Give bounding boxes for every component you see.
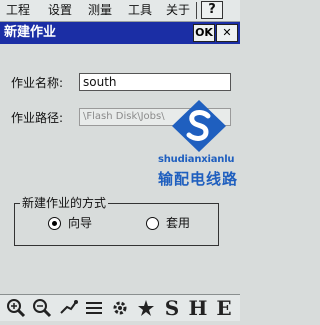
menu-item-project[interactable]: 工程 [6, 3, 30, 18]
job-name-input[interactable]: south [79, 73, 231, 91]
ok-button[interactable]: OK [193, 24, 215, 42]
s-icon[interactable]: S [160, 297, 184, 319]
close-button[interactable]: ✕ [216, 24, 238, 42]
watermark-text-chinese: 输配电线路 [158, 170, 239, 188]
job-path-label: 作业路径: [11, 111, 64, 125]
zoom-out-icon[interactable] [30, 297, 54, 319]
menu-separator [196, 2, 197, 19]
e-icon[interactable]: E [212, 297, 236, 319]
menu-item-settings[interactable]: 设置 [48, 3, 72, 18]
job-name-label: 作业名称: [11, 76, 64, 90]
star-icon[interactable] [134, 297, 158, 319]
menu-item-measure[interactable]: 测量 [88, 3, 112, 18]
radio-wizard-label[interactable]: 向导 [68, 216, 92, 230]
menu-item-tools[interactable]: 工具 [128, 3, 152, 18]
radio-wizard[interactable] [48, 217, 61, 230]
settings-icon[interactable] [108, 297, 132, 319]
radio-selected-dot [52, 221, 57, 226]
list-icon[interactable] [82, 297, 106, 319]
h-icon[interactable]: H [186, 297, 210, 319]
creation-method-title: 新建作业的方式 [20, 196, 109, 210]
pan-icon[interactable] [56, 297, 80, 319]
dialog-title: 新建作业 [4, 25, 57, 40]
menu-item-about[interactable]: 关于 [166, 3, 190, 18]
bottom-toolbar: S H E [0, 294, 240, 321]
radio-apply-template-label[interactable]: 套用 [166, 216, 190, 230]
zoom-in-icon[interactable] [4, 297, 28, 319]
dialog-title-bar: 新建作业 OK ✕ [0, 22, 240, 44]
watermark-logo [172, 100, 226, 152]
watermark-text-latin: shudianxianlu [158, 154, 235, 165]
menu-bar: 工程 设置 测量 工具 关于 ? [0, 0, 240, 22]
radio-apply-template[interactable] [146, 217, 159, 230]
help-button[interactable]: ? [201, 1, 223, 19]
close-icon: ✕ [222, 26, 232, 39]
